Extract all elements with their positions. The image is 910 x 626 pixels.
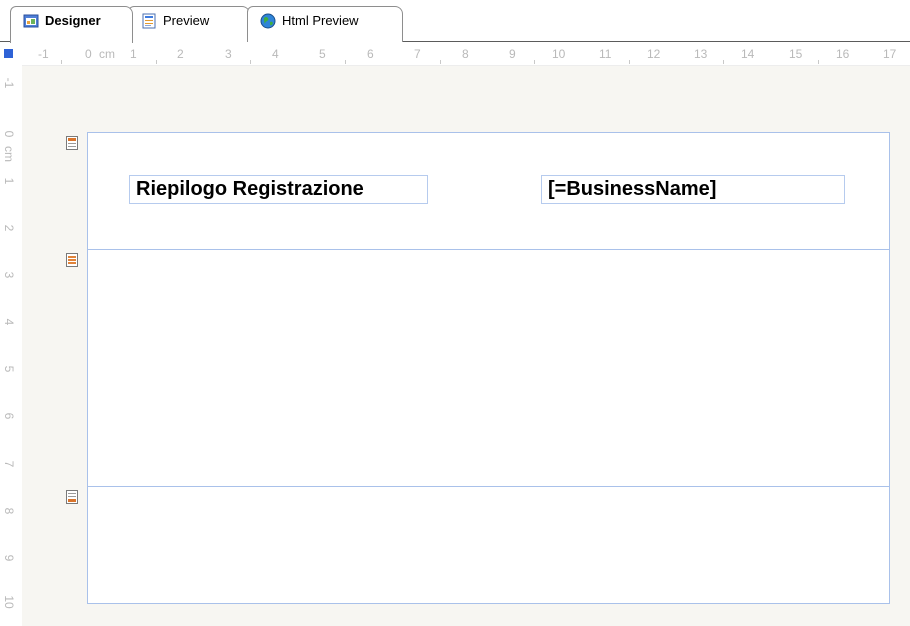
hruler-label: 4 [272,47,279,61]
vruler-label: 7 [2,460,16,468]
preview-icon [141,13,157,29]
globe-icon [260,13,276,29]
header-band-icon[interactable] [66,135,78,150]
hruler-tick [818,60,819,64]
hruler-label: 9 [509,47,516,61]
hruler-label: 5 [319,47,326,61]
hruler-label: 2 [177,47,184,61]
hruler-tick [156,60,157,64]
hruler-label: 1 [130,47,137,61]
vruler-unit: cm [2,146,16,162]
vruler-label: 5 [2,365,16,373]
tab-html-preview[interactable]: Html Preview [247,6,403,42]
hruler-label: 13 [694,47,708,61]
vruler-label: 9 [2,554,16,562]
band-separator-header[interactable] [87,249,890,250]
vruler-label: 0 [2,130,16,138]
hruler-label: 6 [367,47,374,61]
hruler-label: 12 [647,47,661,61]
tab-preview-label: Preview [163,13,210,28]
hruler-label: 3 [225,47,232,61]
hruler-label: 7 [414,47,421,61]
vruler-label: 10 [2,595,16,609]
footer-band-icon[interactable] [66,489,78,504]
hruler-label: 17 [883,47,897,61]
hruler-label: 14 [741,47,755,61]
hruler-label: -1 [38,47,49,61]
vruler-label: 8 [2,507,16,515]
tab-designer-label: Designer [45,13,101,28]
title-textbox[interactable]: Riepilogo Registrazione [129,175,428,204]
hruler-tick [629,60,630,64]
hruler-label: 11 [599,47,612,61]
tab-designer[interactable]: Designer [10,6,133,43]
hruler-tick [534,60,535,64]
vruler-label: 4 [2,318,16,326]
ruler-corner-button[interactable] [4,49,13,58]
hruler-unit: cm [99,47,115,61]
vruler-label: 6 [2,412,16,420]
business-name-textbox[interactable]: [=BusinessName] [541,175,845,204]
vruler-label: 1 [2,177,16,185]
vruler-label: -1 [2,77,16,89]
band-separator-detail[interactable] [87,486,890,487]
hruler-tick [345,60,346,64]
hruler-tick [440,60,441,64]
designer-icon [23,13,39,29]
detail-band-icon[interactable] [66,252,78,267]
hruler-label: 16 [836,47,850,61]
hruler-tick [723,60,724,64]
hruler-label: 10 [552,47,566,61]
vruler-label: 3 [2,271,16,279]
hruler-tick [61,60,62,64]
tab-preview[interactable]: Preview [128,6,250,42]
hruler-tick [250,60,251,64]
hruler-label: 0 [85,47,92,61]
vruler-label: 2 [2,224,16,232]
designer-tab-strip: Designer Preview Html Preview [0,0,910,43]
hruler-label: 8 [462,47,469,61]
hruler-label: 15 [789,47,803,61]
tab-html-preview-label: Html Preview [282,13,359,28]
